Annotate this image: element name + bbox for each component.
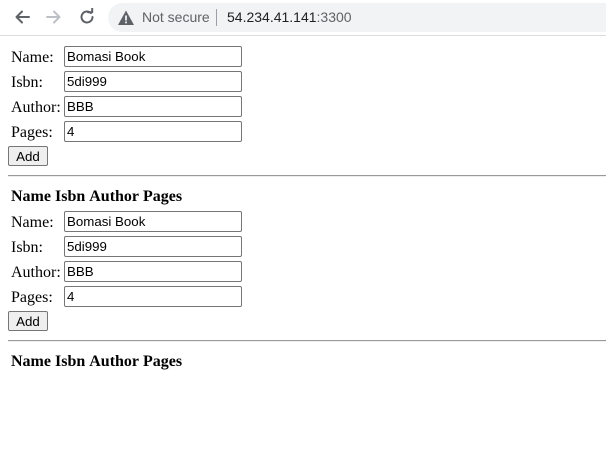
column-header-isbn: Isbn	[54, 353, 86, 370]
column-header-pages: Pages	[143, 188, 183, 205]
pages-row: Pages:	[0, 120, 300, 145]
author-row: Author:	[0, 95, 300, 120]
name-input[interactable]	[64, 46, 242, 67]
column-header-name: Name	[11, 188, 51, 205]
table-header-row: Name Isbn Author Pages	[11, 353, 186, 371]
reload-icon	[80, 8, 94, 24]
isbn-label: Isbn:	[11, 74, 43, 91]
author-label: Author:	[11, 99, 61, 116]
pages-label: Pages:	[11, 124, 53, 141]
back-button[interactable]	[10, 5, 34, 29]
not-secure-label[interactable]: Not secure	[142, 9, 210, 26]
column-header-pages: Pages	[143, 353, 183, 370]
forward-button[interactable]	[42, 5, 66, 29]
add-button[interactable]: Add	[8, 311, 48, 331]
name-row: Name:	[0, 45, 300, 70]
column-header-isbn: Isbn	[54, 188, 86, 205]
name-label: Name:	[11, 49, 54, 66]
omnibox-divider	[216, 9, 217, 26]
address-bar[interactable]: Not secure 54.234.41.141:3300	[108, 3, 606, 32]
pages-input[interactable]	[64, 286, 242, 307]
add-button[interactable]: Add	[8, 146, 48, 166]
warning-icon[interactable]	[117, 9, 135, 27]
pages-row: Pages:	[0, 285, 300, 310]
isbn-label: Isbn:	[11, 239, 43, 256]
arrow-right-icon	[46, 10, 61, 24]
arrow-left-icon	[15, 10, 30, 24]
url-text[interactable]: 54.234.41.141:3300	[227, 9, 352, 26]
author-input[interactable]	[64, 261, 242, 282]
name-input[interactable]	[64, 211, 242, 232]
url-host: 54.234.41.141	[227, 9, 317, 25]
isbn-input[interactable]	[64, 236, 242, 257]
isbn-input[interactable]	[64, 71, 242, 92]
author-label: Author:	[11, 264, 61, 281]
browser-toolbar: Not secure 54.234.41.141:3300	[0, 0, 606, 36]
divider	[8, 175, 606, 177]
pages-input[interactable]	[64, 121, 242, 142]
url-port: :3300	[316, 9, 352, 25]
pages-label: Pages:	[11, 289, 53, 306]
table-header-row: Name Isbn Author Pages	[11, 188, 186, 206]
column-header-name: Name	[11, 353, 51, 370]
isbn-row: Isbn:	[0, 235, 300, 260]
isbn-row: Isbn:	[0, 70, 300, 95]
author-input[interactable]	[64, 96, 242, 117]
reload-button[interactable]	[75, 5, 99, 29]
author-row: Author:	[0, 260, 300, 285]
column-header-author: Author	[89, 353, 140, 370]
name-label: Name:	[11, 214, 54, 231]
divider	[8, 340, 606, 342]
column-header-author: Author	[89, 188, 140, 205]
name-row: Name:	[0, 210, 300, 235]
